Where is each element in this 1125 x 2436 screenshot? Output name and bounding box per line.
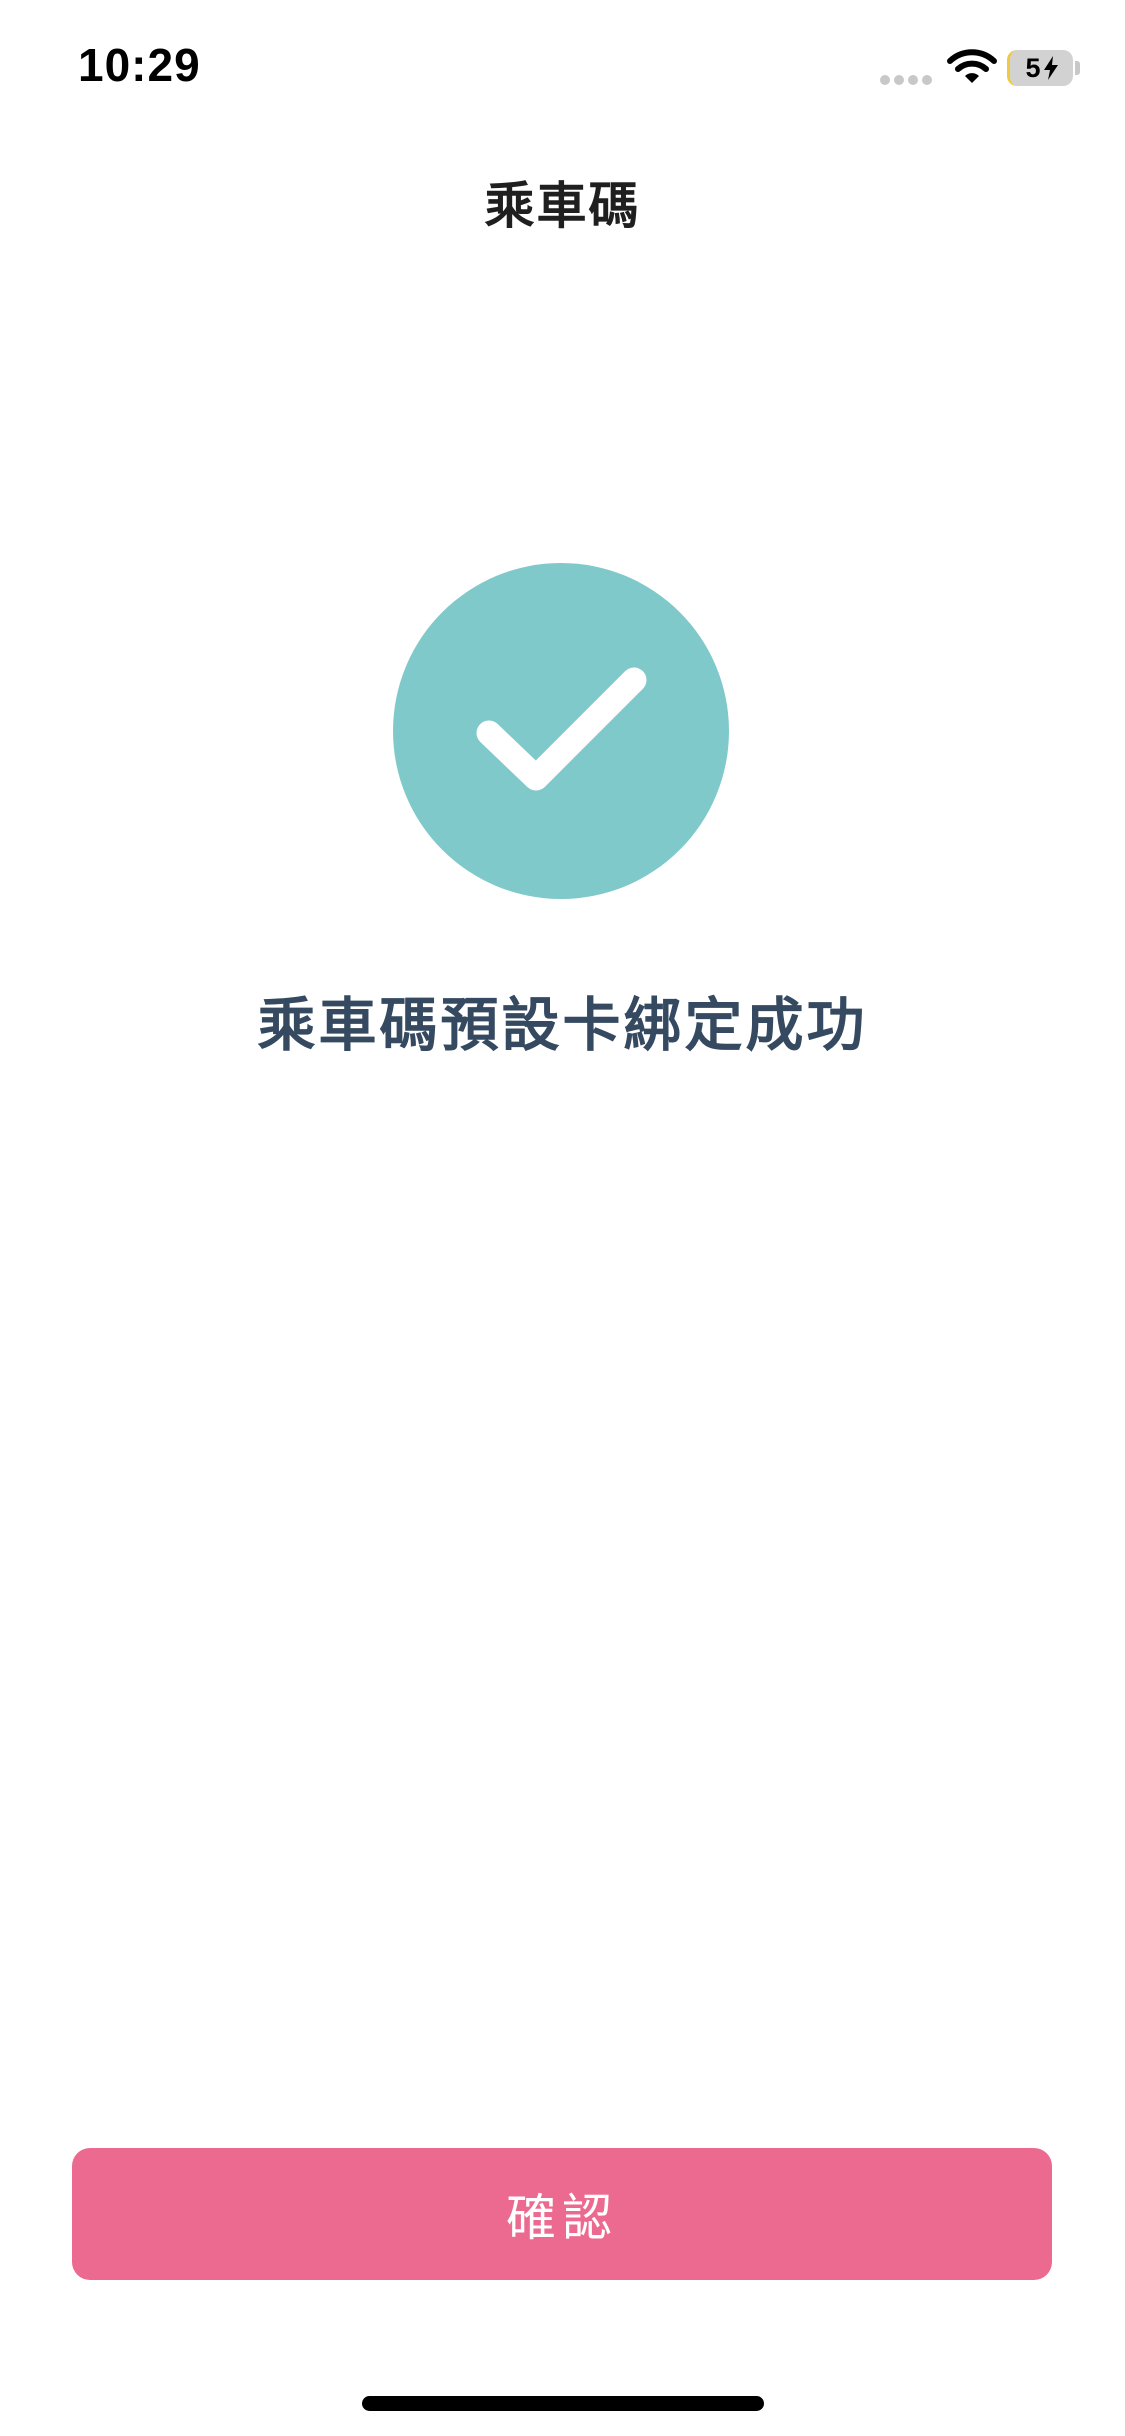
- battery-cap: [1075, 61, 1080, 75]
- success-message: 乘車碼預設卡綁定成功: [257, 993, 868, 1058]
- wifi-icon: [947, 49, 997, 83]
- status-bar: 10:29 5: [0, 0, 1125, 132]
- page-title: 乘車碼: [484, 178, 641, 234]
- charging-bolt-icon: [1044, 56, 1058, 80]
- checkmark-icon: [476, 667, 647, 791]
- signal-dots-icon: [880, 75, 934, 85]
- checkmark-circle-icon: [393, 563, 729, 899]
- status-time: 10:29: [78, 39, 201, 91]
- home-indicator[interactable]: [362, 2396, 764, 2411]
- battery-icon: 5: [1007, 50, 1073, 86]
- confirm-button[interactable]: 確認: [72, 2148, 1052, 2280]
